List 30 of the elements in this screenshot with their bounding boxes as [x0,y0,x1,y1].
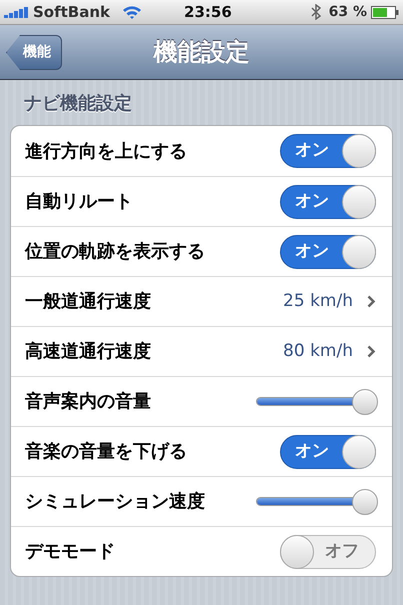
bluetooth-icon [310,4,321,20]
toggle-switch[interactable]: オン [280,234,376,268]
slider[interactable] [256,486,376,516]
signal-icon [4,6,30,18]
chevron-icon [367,295,376,308]
toggle-switch[interactable]: オフ [280,534,376,568]
back-button[interactable]: 機能 [6,35,62,70]
battery-percent: 63 % [328,2,367,22]
row-label: 音楽の音量を下げる [25,440,188,464]
row-label: 高速道通行速度 [25,340,152,364]
row-label: 音声案内の音量 [25,390,152,414]
section-header: ナビ機能設定 [23,92,133,116]
screen-title: 機能設定 [154,37,250,68]
row-value: 80 km/h [283,340,353,363]
row-label: 進行方向を上にする [25,140,188,164]
clock: 23:56 [184,2,232,23]
toggle-switch[interactable]: オン [280,434,376,468]
toggle-switch[interactable]: オン [280,134,376,168]
battery-icon [371,6,399,18]
row-label: シミュレーション速度 [25,490,206,514]
row-label: 位置の軌跡を表示する [25,240,206,264]
row-label: 自動リルート [25,190,134,214]
row-label: デモモード [25,540,116,564]
toggle-switch[interactable]: オン [280,184,376,218]
row-label: 一般道通行速度 [25,290,152,314]
row-value: 25 km/h [283,290,353,313]
carrier-name: SoftBank [33,2,110,23]
wifi-icon [122,5,142,19]
slider[interactable] [256,386,376,416]
chevron-icon [367,345,376,358]
